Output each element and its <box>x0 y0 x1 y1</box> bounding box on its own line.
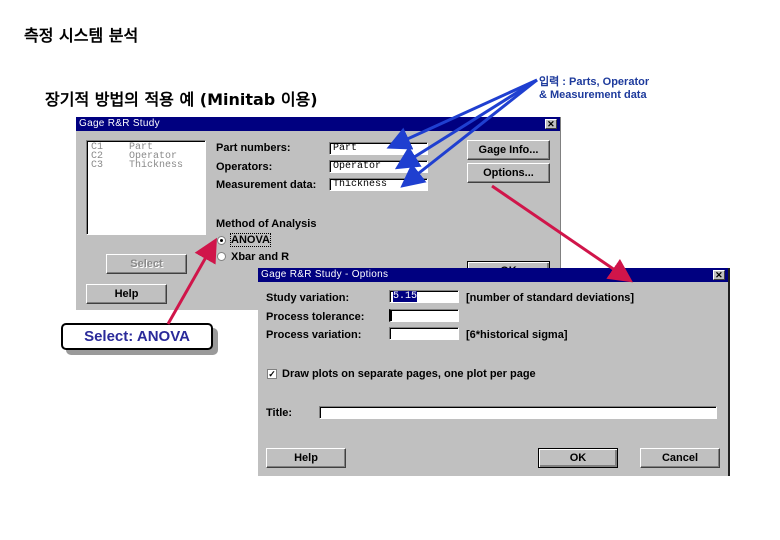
slide-title: 측정 시스템 분석 <box>24 26 139 45</box>
xbar-r-radio[interactable] <box>217 252 226 261</box>
column-listbox[interactable]: C1 Part C2 Operator C3 Thickness <box>86 140 206 235</box>
options-ok-button[interactable]: OK <box>538 448 618 468</box>
method-of-analysis-label: Method of Analysis <box>216 218 317 230</box>
options-dialog-title: Gage R&R Study - Options <box>261 269 389 280</box>
study-variation-hint: [number of standard deviations] <box>466 292 635 304</box>
select-button[interactable]: Select <box>106 254 187 274</box>
part-numbers-label: Part numbers: <box>216 142 291 154</box>
draw-plots-label[interactable]: Draw plots on separate pages, one plot p… <box>282 368 536 380</box>
options-close-icon[interactable]: ✕ <box>713 270 725 280</box>
study-variation-input[interactable]: 5.15 <box>389 290 459 303</box>
input-note-line2: & Measurement data <box>539 89 647 101</box>
options-titlebar[interactable]: Gage R&R Study - Options ✕ <box>258 268 728 282</box>
input-note-korean: 입력 <box>539 76 560 88</box>
process-tolerance-input[interactable] <box>389 309 459 322</box>
process-variation-hint: [6*historical sigma] <box>466 329 568 341</box>
anova-radio-label[interactable]: ANOVA <box>230 233 271 247</box>
options-help-button[interactable]: Help <box>266 448 346 468</box>
title-input[interactable] <box>319 406 717 419</box>
gage-rr-options-dialog: Gage R&R Study - Options ✕ Study variati… <box>258 268 730 476</box>
dialog-titlebar[interactable]: Gage R&R Study ✕ <box>76 117 560 131</box>
options-button[interactable]: Options... <box>467 163 550 183</box>
study-variation-value: 5.15 <box>393 291 418 302</box>
process-variation-input[interactable] <box>389 327 459 340</box>
help-button[interactable]: Help <box>86 284 167 304</box>
input-note: 입력 : Parts, Operator & Measurement data <box>539 76 649 102</box>
xbar-r-radio-label[interactable]: Xbar and R <box>231 251 289 263</box>
options-cancel-button[interactable]: Cancel <box>640 448 720 468</box>
title-label: Title: <box>266 407 293 419</box>
close-icon[interactable]: ✕ <box>545 119 557 129</box>
study-variation-label: Study variation: <box>266 292 350 304</box>
operators-input[interactable]: Operator <box>329 160 428 173</box>
draw-plots-checkbox[interactable]: ✓ <box>267 369 277 379</box>
slide-subtitle: 장기적 방법의 적용 예 (Minitab 이용) <box>45 90 318 109</box>
list-item[interactable]: C3 Thickness <box>91 160 201 171</box>
operators-label: Operators: <box>216 161 273 173</box>
input-note-line1: : Parts, Operator <box>559 76 650 88</box>
process-variation-label: Process variation: <box>266 329 362 341</box>
select-anova-callout: Select: ANOVA <box>61 323 213 350</box>
measurement-data-label: Measurement data: <box>216 179 317 191</box>
dialog-title: Gage R&R Study <box>79 118 160 129</box>
measurement-data-input[interactable]: Thickness <box>329 178 428 191</box>
process-tolerance-label: Process tolerance: <box>266 311 365 323</box>
column-id: C3 <box>91 160 104 171</box>
column-name: Thickness <box>129 160 184 171</box>
part-numbers-input[interactable]: Part <box>329 142 428 155</box>
anova-radio[interactable] <box>217 236 226 245</box>
gage-info-button[interactable]: Gage Info... <box>467 140 550 160</box>
